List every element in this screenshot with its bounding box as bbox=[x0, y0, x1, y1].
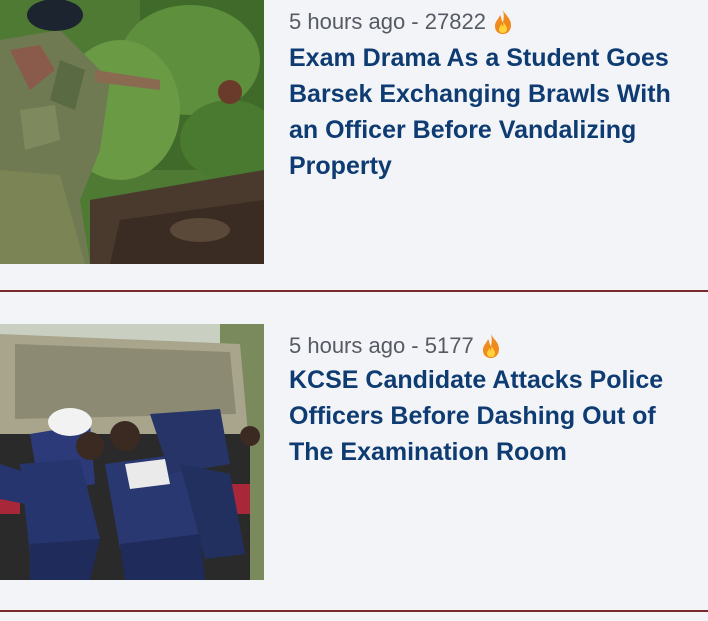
article-meta-text: 5 hours ago - 5177 bbox=[289, 333, 474, 358]
article-headline[interactable]: Exam Drama As a Student Goes Barsek Exch… bbox=[289, 40, 699, 184]
fire-icon bbox=[480, 333, 502, 359]
article-card[interactable]: 5 hours ago - 5177 KCSE Candidate Attack… bbox=[0, 292, 708, 610]
article-headline[interactable]: KCSE Candidate Attacks Police Officers B… bbox=[289, 362, 699, 470]
article-meta: 5 hours ago - 5177 bbox=[289, 333, 502, 359]
divider bbox=[0, 610, 708, 612]
article-meta-text: 5 hours ago - 27822 bbox=[289, 9, 486, 34]
article-meta: 5 hours ago - 27822 bbox=[289, 9, 514, 35]
fire-icon bbox=[492, 9, 514, 35]
article-card[interactable]: 5 hours ago - 27822 Exam Drama As a Stud… bbox=[0, 0, 708, 290]
article-thumbnail[interactable] bbox=[0, 324, 264, 580]
article-thumbnail[interactable] bbox=[0, 0, 264, 264]
